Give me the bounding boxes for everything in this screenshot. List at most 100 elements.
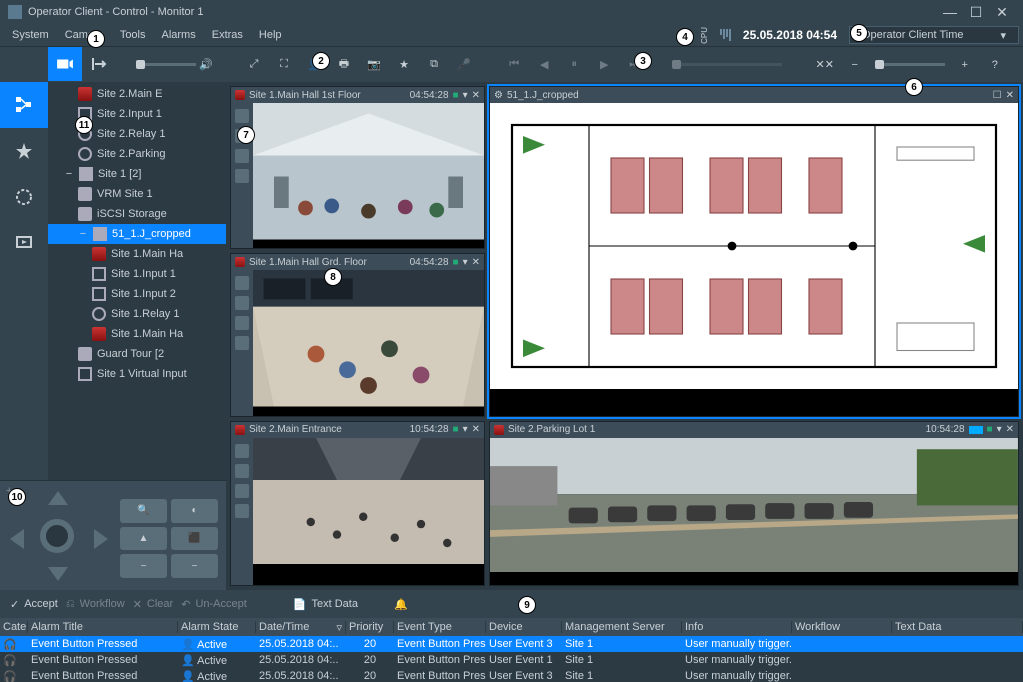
tool-icon[interactable]: [235, 444, 249, 458]
tool-icon[interactable]: [235, 484, 249, 498]
minimize-button[interactable]: —: [937, 3, 963, 21]
tool-icon[interactable]: [235, 276, 249, 290]
tool-icon[interactable]: [235, 169, 249, 183]
image-pane-0[interactable]: Site 1.Main Hall 1st Floor04:54:28■▾✕: [230, 86, 485, 249]
menu-help[interactable]: Help: [251, 29, 290, 41]
tree-item[interactable]: Guard Tour [2: [48, 344, 226, 364]
alarm-row[interactable]: 🎧Event Button Pressed👤 Active25.05.2018 …: [0, 636, 1023, 652]
accept-button[interactable]: ✓Accept: [10, 598, 58, 611]
tool-icon[interactable]: [235, 296, 249, 310]
col-event[interactable]: Event Type: [394, 621, 486, 633]
pane-max-icon[interactable]: ▾: [997, 424, 1002, 435]
menu-extras[interactable]: Extras: [204, 29, 251, 41]
rail-monitors-button[interactable]: [0, 220, 48, 266]
play-icon[interactable]: ▶: [594, 55, 614, 75]
tree-item[interactable]: Site 1.Main Ha: [48, 324, 226, 344]
col-info[interactable]: Info: [682, 621, 792, 633]
ptz-center[interactable]: [40, 519, 74, 553]
ptz-aux1-icon[interactable]: −: [120, 554, 167, 578]
zoom-slider[interactable]: [875, 63, 945, 66]
alarm-row[interactable]: 🎧Event Button Pressed👤 Active25.05.2018 …: [0, 652, 1023, 668]
tool-icon[interactable]: [235, 504, 249, 518]
layout-icon[interactable]: ⤢: [244, 55, 264, 75]
col-workflow[interactable]: Workflow: [792, 621, 892, 633]
volume-slider[interactable]: [136, 63, 196, 66]
pane-close-icon[interactable]: ✕: [472, 90, 480, 101]
tree-item[interactable]: Site 2.Parking: [48, 144, 226, 164]
col-server[interactable]: Management Server: [562, 621, 682, 633]
tree-item[interactable]: Site 1.Main Ha: [48, 244, 226, 264]
tree-item[interactable]: Site 1.Input 2: [48, 284, 226, 304]
compact-icon[interactable]: ✕✕: [815, 55, 835, 75]
ptz-iris-icon[interactable]: ◐: [171, 499, 218, 523]
time-mode-select[interactable]: Operator Client Time ▾: [849, 26, 1019, 44]
col-title[interactable]: Alarm Title: [28, 621, 178, 633]
pane-max-icon[interactable]: ▾: [463, 257, 468, 268]
pane-max-icon[interactable]: ▾: [463, 424, 468, 435]
tree-item[interactable]: Site 1.Relay 1: [48, 304, 226, 324]
image-pane-3[interactable]: Site 2.Main Entrance10:54:28■▾✕: [230, 421, 485, 586]
pane-close-icon[interactable]: ✕: [472, 424, 480, 435]
alarm-list[interactable]: 🎧Event Button Pressed👤 Active25.05.2018 …: [0, 636, 1023, 682]
pane-close-icon[interactable]: ✕: [472, 257, 480, 268]
ptz-focus-icon[interactable]: ▲: [120, 527, 167, 551]
speed-slider[interactable]: [672, 63, 782, 66]
bookmark-icon[interactable]: ⧉: [424, 55, 444, 75]
col-device[interactable]: Device: [486, 621, 562, 633]
textdata-button[interactable]: 📄Text Data: [293, 598, 358, 611]
rail-favorites-button[interactable]: [0, 128, 48, 174]
ptz-down[interactable]: [48, 567, 68, 581]
print-icon[interactable]: 🖶: [334, 55, 354, 75]
pane-close-icon[interactable]: ✕: [1006, 90, 1014, 101]
col-state[interactable]: Alarm State: [178, 621, 256, 633]
tree-item[interactable]: Site 2.Main E: [48, 84, 226, 104]
tree-item[interactable]: Site 1 Virtual Input: [48, 364, 226, 384]
tree-caret[interactable]: −: [78, 228, 88, 240]
col-textdata[interactable]: Text Data: [892, 621, 1023, 633]
tree-item[interactable]: VRM Site 1: [48, 184, 226, 204]
ptz-zoom-icon[interactable]: 🔍: [120, 499, 167, 523]
col-priority[interactable]: Priority: [346, 621, 394, 633]
fullscreen-icon[interactable]: ⛶: [274, 55, 294, 75]
workflow-button[interactable]: ⎌Workflow: [66, 598, 125, 611]
image-pane-map[interactable]: ⚙51_1.J_cropped☐✕: [489, 86, 1019, 417]
image-pane-4[interactable]: Site 2.Parking Lot 110:54:28■▾✕: [489, 421, 1019, 586]
tree-item[interactable]: Site 1.Input 1: [48, 264, 226, 284]
tool-icon[interactable]: [235, 464, 249, 478]
pane-max-icon[interactable]: ▾: [463, 90, 468, 101]
volume-icon[interactable]: 🔊: [196, 55, 216, 75]
alarm-bell-button[interactable]: 🔔: [394, 598, 408, 611]
zoom-out-icon[interactable]: −: [845, 55, 865, 75]
zoom-in-icon[interactable]: +: [955, 55, 975, 75]
pane-close-icon[interactable]: ✕: [1006, 424, 1014, 435]
favorite-icon[interactable]: ★: [394, 55, 414, 75]
tree-item[interactable]: −Site 1 [2]: [48, 164, 226, 184]
playback-mode-button[interactable]: [82, 47, 116, 81]
step-back-icon[interactable]: ⏮: [504, 55, 524, 75]
ptz-up[interactable]: [48, 491, 68, 505]
image-pane-1[interactable]: Site 1.Main Hall Grd. Floor04:54:28■▾✕: [230, 253, 485, 416]
menu-alarms[interactable]: Alarms: [154, 29, 204, 41]
menu-system[interactable]: System: [4, 29, 57, 41]
rail-tree-button[interactable]: [0, 82, 48, 128]
tree-caret[interactable]: −: [64, 168, 74, 180]
tool-icon[interactable]: [235, 316, 249, 330]
col-datetime[interactable]: Date/Time ▿: [256, 621, 346, 634]
ptz-aux2-icon[interactable]: −: [171, 554, 218, 578]
mic-icon[interactable]: 🎤: [454, 55, 474, 75]
ptz-left[interactable]: [10, 529, 24, 549]
pane-max-icon[interactable]: ☐: [993, 90, 1002, 101]
menu-tools[interactable]: Tools: [112, 29, 154, 41]
ptz-right[interactable]: [94, 529, 108, 549]
rail-bookmarks-button[interactable]: [0, 174, 48, 220]
snapshot-icon[interactable]: 📷: [364, 55, 384, 75]
ptz-preset-icon[interactable]: ⬛: [171, 527, 218, 551]
col-category[interactable]: Cate..: [0, 621, 28, 633]
alarm-row[interactable]: 🎧Event Button Pressed👤 Active25.05.2018 …: [0, 668, 1023, 682]
help-icon[interactable]: ?: [985, 55, 1005, 75]
maximize-button[interactable]: ☐: [963, 3, 989, 21]
prev-frame-icon[interactable]: ◀: [534, 55, 554, 75]
tool-icon[interactable]: [235, 109, 249, 123]
pause-icon[interactable]: ⏸: [564, 55, 584, 75]
tool-icon[interactable]: [235, 336, 249, 350]
